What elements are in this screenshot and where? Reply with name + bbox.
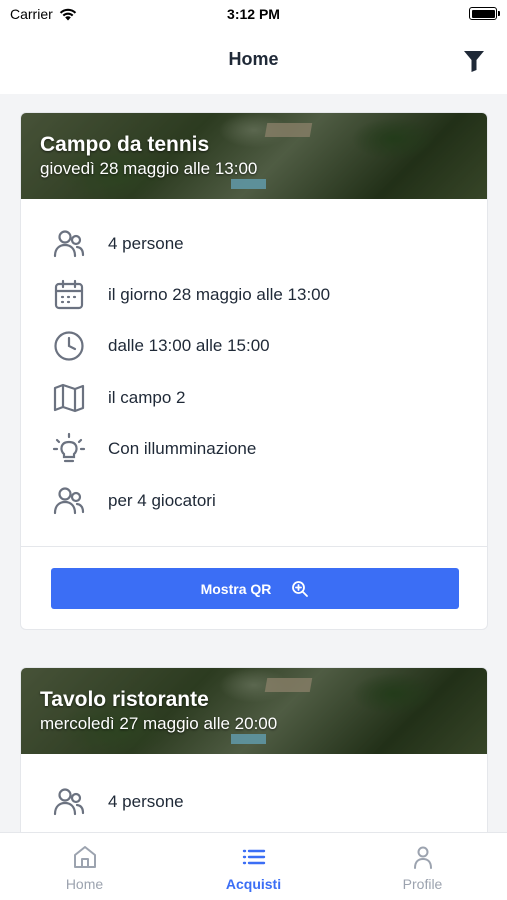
tab-label: Home <box>65 876 104 892</box>
list-icon <box>242 849 265 865</box>
card-header-image: Tavolo ristorante mercoledì 27 maggio al… <box>21 668 487 754</box>
tab-home[interactable]: Home <box>0 833 169 900</box>
tab-profile[interactable]: Profile <box>338 833 507 900</box>
tab-label: Profile <box>402 876 443 892</box>
zoom-in-icon <box>291 580 309 598</box>
card-subtitle: mercoledì 27 maggio alle 20:00 <box>40 714 278 733</box>
show-qr-label: Mostra QR <box>200 580 272 597</box>
detail-text: per 4 giocatori <box>108 490 216 510</box>
user-icon <box>413 846 432 869</box>
detail-people: 4 persone <box>21 776 487 827</box>
filter-button[interactable] <box>463 49 485 73</box>
detail-text: 4 persone <box>108 791 184 811</box>
lightbulb-icon <box>51 431 87 467</box>
detail-text: 4 persone <box>108 233 184 253</box>
nav-bar: Home <box>0 28 507 94</box>
card-header-image: Campo da tennis giovedì 28 maggio alle 1… <box>21 113 487 199</box>
users-icon <box>51 784 87 820</box>
detail-court: il campo 2 <box>21 372 487 423</box>
detail-text: il giorno 28 maggio alle 13:00 <box>108 285 331 305</box>
status-time: 3:12 PM <box>227 6 280 22</box>
detail-date: il giorno 28 maggio alle 13:00 <box>21 269 487 320</box>
users-icon <box>51 483 87 519</box>
clock-icon <box>51 328 87 364</box>
detail-time: dalle 13:00 alle 15:00 <box>21 321 487 372</box>
booking-card: Tavolo ristorante mercoledì 27 maggio al… <box>20 667 488 832</box>
divider <box>21 546 487 547</box>
status-bar: Carrier 3:12 PM <box>0 0 507 28</box>
tab-label: Acquisti <box>225 876 282 892</box>
detail-players: per 4 giocatori <box>21 475 487 526</box>
show-qr-button[interactable]: Mostra QR <box>51 568 459 609</box>
page-title: Home <box>228 49 279 69</box>
purchases-list[interactable]: Campo da tennis giovedì 28 maggio alle 1… <box>0 94 507 832</box>
calendar-icon <box>51 277 87 313</box>
detail-text: il campo 2 <box>108 387 186 407</box>
tab-bar: Home Acquisti Profile <box>0 832 507 900</box>
card-title: Tavolo ristorante <box>40 688 209 711</box>
detail-list: 4 persone il giorno 28 maggio alle 13:00… <box>21 218 487 526</box>
detail-text: Con illumminazione <box>108 439 257 459</box>
detail-people: 4 persone <box>21 218 487 269</box>
filter-icon <box>464 51 484 72</box>
card-title: Campo da tennis <box>40 133 210 156</box>
users-icon <box>51 226 87 262</box>
tab-acquisti[interactable]: Acquisti <box>169 833 338 900</box>
map-icon <box>51 380 87 416</box>
detail-lighting: Con illumminazione <box>21 424 487 475</box>
home-icon <box>73 846 96 868</box>
battery-icon <box>469 7 500 20</box>
card-subtitle: giovedì 28 maggio alle 13:00 <box>40 159 258 178</box>
detail-text: dalle 13:00 alle 15:00 <box>108 336 270 356</box>
booking-card: Campo da tennis giovedì 28 maggio alle 1… <box>20 112 488 630</box>
detail-list: 4 persone <box>21 776 487 827</box>
